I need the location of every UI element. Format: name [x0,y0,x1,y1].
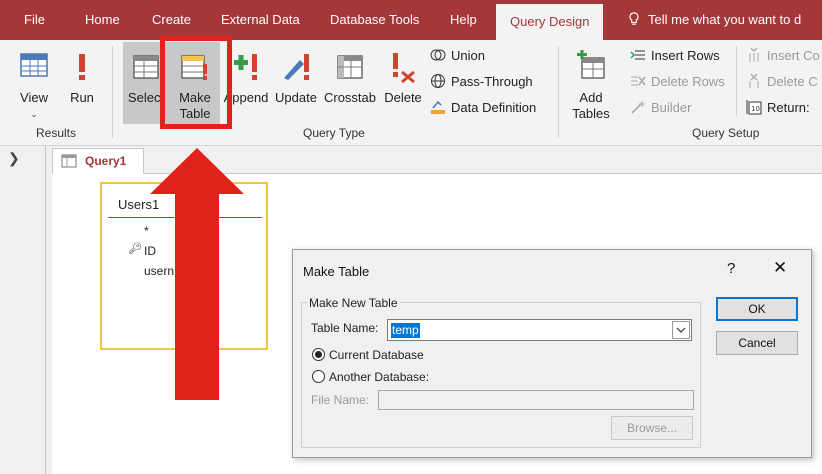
ribbon: View ⌄ Run Results Select Make Table App… [0,40,822,146]
query-type-group-label: Query Type [303,126,365,140]
delete-columns-label: Delete C [767,74,818,89]
delete-label: Delete [384,90,422,105]
pencil-icon [284,54,309,80]
query-setup-group-label: Query Setup [692,126,760,140]
svg-text:10: 10 [751,105,760,113]
lightbulb-icon [629,12,639,25]
return-label: Return: [767,100,810,115]
cancel-button[interactable]: Cancel [716,331,798,355]
menu-bar: File Home Create External Data Database … [0,0,822,40]
make-new-table-legend: Make New Table [307,296,400,310]
tab-file[interactable]: File [24,0,45,40]
file-name-input[interactable] [378,390,694,410]
table-name-value: temp [391,323,420,338]
results-group-label: Results [36,126,77,140]
document-tab-query1[interactable]: Query1 [52,148,144,174]
delete-button[interactable]: Delete [381,50,425,106]
datasheet-view-icon [20,53,48,77]
view-label: View [20,90,48,105]
append-icon [234,54,257,80]
pass-through-label: Pass-Through [451,74,533,89]
delete-rows-label: Delete Rows [651,74,725,89]
field-all[interactable]: * [144,224,149,238]
exclamation-icon [79,54,85,80]
add-tables-label: Add Tables [572,90,610,121]
run-button[interactable]: Run [64,50,100,106]
query-icon [61,154,77,168]
delete-columns-icon [749,73,759,88]
group-divider [112,46,113,138]
group-divider [736,46,737,116]
chevron-down-icon: ⌄ [30,109,38,119]
view-button[interactable]: View ⌄ [14,50,54,122]
ok-button[interactable]: OK [716,297,798,321]
close-icon[interactable]: ✕ [773,258,787,278]
union-button[interactable]: Union [430,46,485,66]
make-table-highlight-box [160,36,232,129]
table-name-combobox[interactable]: temp [387,319,692,341]
tab-external-data[interactable]: External Data [221,0,300,40]
union-icon [430,49,446,61]
insert-rows-label: Insert Rows [651,48,720,63]
dialog-title: Make Table [303,264,370,279]
document-tab-label: Query1 [85,154,127,168]
add-table-icon [577,50,605,79]
tab-home[interactable]: Home [85,0,120,40]
tab-create[interactable]: Create [152,0,191,40]
return-dropdown[interactable]: 10 Return: [746,98,810,118]
delete-columns-button[interactable]: Delete C [746,72,818,92]
chevron-right-icon[interactable]: ❯ [8,150,20,167]
data-definition-icon [431,100,445,114]
pass-through-button[interactable]: Pass-Through [430,72,533,92]
crosstab-label: Crosstab [323,90,377,105]
tell-me-text: Tell me what you want to d [648,12,802,27]
navigation-pane: ❯ [0,146,46,474]
current-database-label: Current Database [329,348,424,362]
globe-icon [431,74,445,88]
insert-columns-button[interactable]: Insert Co [746,46,820,66]
primary-key-icon: 🔑︎ [128,243,142,255]
return-icon: 10 [746,100,762,115]
browse-button[interactable]: Browse... [611,416,693,440]
group-divider [558,46,559,138]
make-table-dialog: Make Table ? ✕ Make New Table Table Name… [292,249,812,458]
union-label: Union [451,48,485,63]
tab-help[interactable]: Help [450,0,477,40]
wand-icon [631,100,646,114]
chevron-down-icon [676,327,686,333]
another-database-label: Another Database: [329,370,430,384]
add-tables-button[interactable]: Add Tables [568,50,614,122]
update-button[interactable]: Update [272,50,320,106]
table-name-label: Table Name: [311,321,379,335]
delete-rows-button[interactable]: Delete Rows [630,72,725,92]
delete-rows-icon [631,76,646,86]
update-label: Update [275,90,317,105]
tell-me-search[interactable]: Tell me what you want to d [628,0,801,40]
data-definition-button[interactable]: Data Definition [430,98,536,118]
file-name-label: File Name: [311,393,370,407]
insert-rows-icon [630,50,645,60]
tab-database-tools[interactable]: Database Tools [330,0,419,40]
insert-rows-button[interactable]: Insert Rows [630,46,720,66]
current-database-radio[interactable] [312,348,325,361]
run-label: Run [70,90,94,105]
crosstab-icon [337,55,363,79]
data-definition-label: Data Definition [451,100,537,115]
builder-button[interactable]: Builder [630,98,691,118]
another-database-radio[interactable] [312,370,325,383]
builder-label: Builder [651,100,692,115]
red-arrow-annotation [150,148,244,400]
help-icon[interactable]: ? [727,260,735,277]
tab-query-design[interactable]: Query Design [496,4,604,40]
select-query-icon [133,55,159,79]
insert-columns-label: Insert Co [767,48,820,63]
insert-columns-icon [749,47,759,62]
delete-query-icon [393,53,415,84]
dropdown-button[interactable] [672,321,690,339]
crosstab-button[interactable]: Crosstab [322,50,378,106]
